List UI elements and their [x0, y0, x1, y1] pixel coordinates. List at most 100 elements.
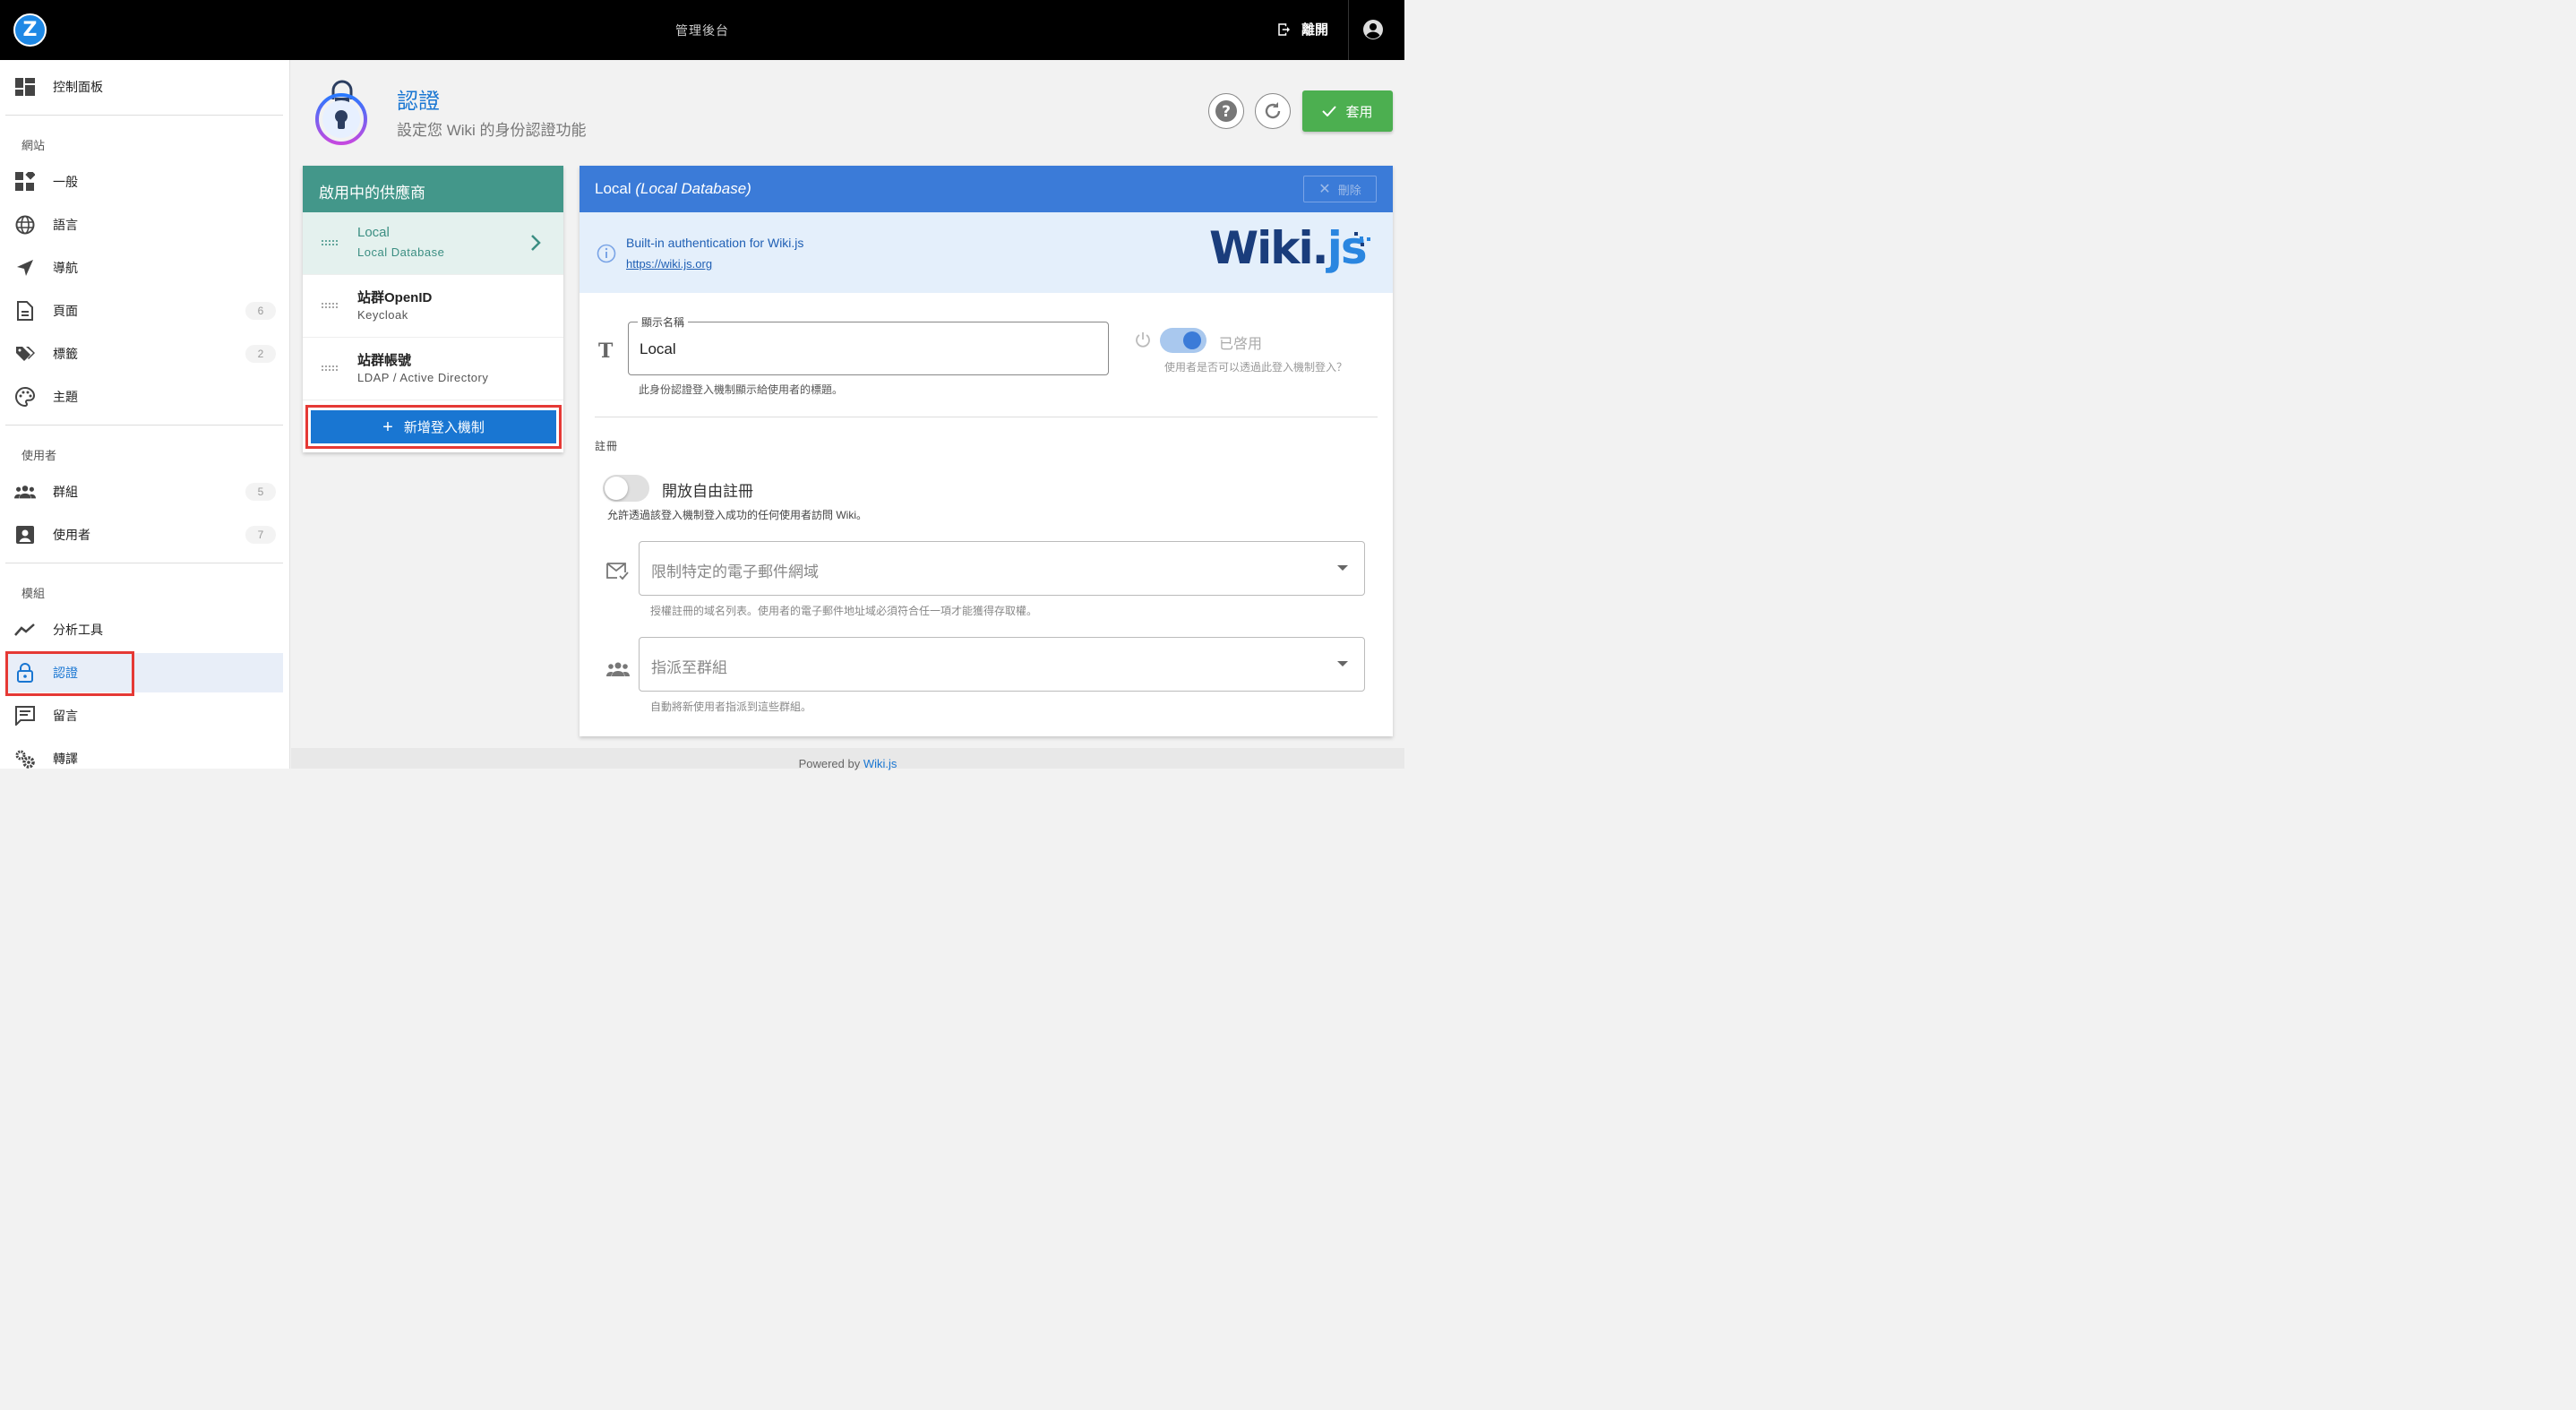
count-badge: 7 [245, 526, 276, 544]
navigation-icon [14, 257, 36, 279]
delete-label: 刪除 [1337, 183, 1361, 197]
strategy-info-banner: Built-in authentication for Wiki.js http… [580, 212, 1393, 293]
count-badge: 2 [245, 345, 276, 363]
delete-button[interactable]: ✕ 刪除 [1303, 176, 1377, 202]
sidebar-item-label: 語言 [53, 218, 78, 232]
drag-handle-icon[interactable] [321, 365, 339, 372]
check-icon [1322, 106, 1337, 116]
toggle-knob [1183, 331, 1201, 349]
email-domains-hint: 授權註冊的域名列表。使用者的電子郵件地址域必須符合任一項才能獲得存取權。 [650, 605, 1038, 617]
drag-handle-icon[interactable] [321, 239, 339, 246]
svg-text:?: ? [1222, 103, 1231, 121]
sidebar-item-locale[interactable]: 語言 [5, 205, 283, 245]
email-domains-select[interactable]: 限制特定的電子郵件網域 [639, 541, 1365, 596]
user-box-icon [14, 524, 36, 546]
comment-icon [14, 705, 36, 726]
palette-icon [14, 386, 36, 408]
tags-icon [14, 343, 36, 365]
provider-item-local[interactable]: Local Local Database [303, 212, 563, 275]
display-name-value: Local [640, 340, 676, 357]
help-button[interactable]: ? [1208, 93, 1244, 129]
sidebar-item-users[interactable]: 使用者 7 [5, 515, 283, 555]
sidebar-item-label: 留言 [53, 709, 78, 723]
highlight-box-sidebar [5, 651, 134, 696]
dashboard-icon [14, 76, 36, 98]
enabled-toggle[interactable] [1160, 328, 1206, 353]
provider-name: 站群帳號 [357, 353, 412, 368]
close-icon: ✕ [1318, 182, 1331, 197]
highlight-box-add: + 新增登入機制 [305, 405, 562, 449]
detail-title-main: Local [595, 180, 631, 197]
registration-title: 註冊 [595, 440, 619, 452]
globe-icon [14, 214, 36, 236]
self-registration-hint: 允許透過該登入機制登入成功的任何使用者訪問 Wiki。 [607, 509, 867, 521]
add-strategy-button[interactable]: + 新增登入機制 [311, 410, 556, 443]
sidebar-item-label: 群組 [53, 485, 78, 499]
provider-name: 站群OpenID [357, 290, 433, 305]
drag-handle-icon[interactable] [321, 302, 339, 309]
display-name-field[interactable]: 顯示名稱 Local [628, 314, 1109, 375]
self-registration-label: 開放自由註冊 [662, 483, 753, 500]
section-title-modules: 模組 [21, 587, 46, 600]
footer-link[interactable]: Wiki.js [863, 757, 897, 770]
self-registration-toggle[interactable] [603, 475, 649, 502]
add-strategy-label: 新增登入機制 [403, 420, 485, 435]
sidebar-item-analytics[interactable]: 分析工具 [5, 610, 283, 649]
email-domains-placeholder: 限制特定的電子郵件網域 [651, 563, 819, 580]
refresh-button[interactable] [1255, 93, 1291, 129]
sidebar-item-label: 使用者 [53, 528, 90, 542]
sidebar-item-general[interactable]: 一般 [5, 162, 283, 202]
widgets-icon [14, 171, 36, 193]
apply-label: 套用 [1345, 104, 1373, 120]
count-badge: 6 [245, 302, 276, 320]
logout-button[interactable]: 離開 [1276, 20, 1328, 39]
sidebar-item-theme[interactable]: 主題 [5, 377, 283, 417]
sidebar-item-rendering[interactable]: 轉譯 [5, 739, 283, 778]
strategy-detail-card: Local (Local Database) ✕ 刪除 Built-in aut… [580, 166, 1393, 736]
refresh-icon [1265, 102, 1281, 119]
sidebar-item-groups[interactable]: 群組 5 [5, 472, 283, 512]
logo-text-wiki: Wiki. [1209, 222, 1329, 274]
display-name-hint: 此身份認證登入機制顯示給使用者的標題。 [639, 383, 844, 396]
text-icon: T [598, 340, 614, 363]
account-icon[interactable] [1362, 19, 1384, 40]
email-check-icon [606, 563, 629, 580]
display-name-label: 顯示名稱 [638, 314, 689, 330]
apply-button[interactable]: 套用 [1302, 90, 1393, 132]
sidebar-item-navigation[interactable]: 導航 [5, 248, 283, 288]
detail-title: Local (Local Database) [580, 166, 1393, 212]
topbar-separator [1348, 0, 1349, 60]
strategy-website-link[interactable]: https://wiki.js.org [626, 257, 712, 271]
provider-desc: Keycloak [357, 308, 408, 322]
sidebar-item-tags[interactable]: 標籤 2 [5, 334, 283, 374]
sidebar-item-label: 一般 [53, 175, 78, 189]
padlock-header-icon [315, 80, 367, 145]
wikijs-logo: Wiki.js [1209, 222, 1368, 274]
provider-item-openid[interactable]: 站群OpenID Keycloak [303, 275, 563, 338]
chart-line-icon [14, 619, 36, 641]
sidebar-item-pages[interactable]: 頁面 6 [5, 291, 283, 331]
sidebar-item-dashboard[interactable]: 控制面板 [5, 67, 283, 107]
page-title: 認證 [397, 90, 440, 114]
toggle-knob [605, 477, 628, 500]
provider-item-ldap[interactable]: 站群帳號 LDAP / Active Directory [303, 338, 563, 400]
divider [5, 115, 283, 116]
help-icon: ? [1215, 100, 1237, 122]
topbar-title: 管理後台 [675, 23, 729, 38]
provider-desc: LDAP / Active Directory [357, 371, 489, 384]
enabled-hint: 使用者是否可以透過此登入機制登入？ [1164, 361, 1348, 374]
sidebar-item-label: 分析工具 [53, 623, 103, 637]
sidebar-item-label: 導航 [53, 261, 78, 275]
info-icon [597, 244, 616, 263]
assign-groups-hint: 自動將新使用者指派到這些群組。 [650, 701, 812, 713]
plus-icon: + [382, 417, 393, 437]
section-title-users: 使用者 [21, 449, 57, 462]
enabled-label: 已啓用 [1219, 337, 1263, 352]
sidebar-item-comments[interactable]: 留言 [5, 696, 283, 735]
provider-desc: Local Database [357, 245, 445, 259]
sidebar-item-label: 標籤 [53, 347, 78, 361]
count-badge: 5 [245, 483, 276, 501]
groups-icon [14, 481, 36, 503]
assign-groups-select[interactable]: 指派至群組 [639, 637, 1365, 692]
footer: Powered by Wiki.js [291, 748, 1404, 770]
